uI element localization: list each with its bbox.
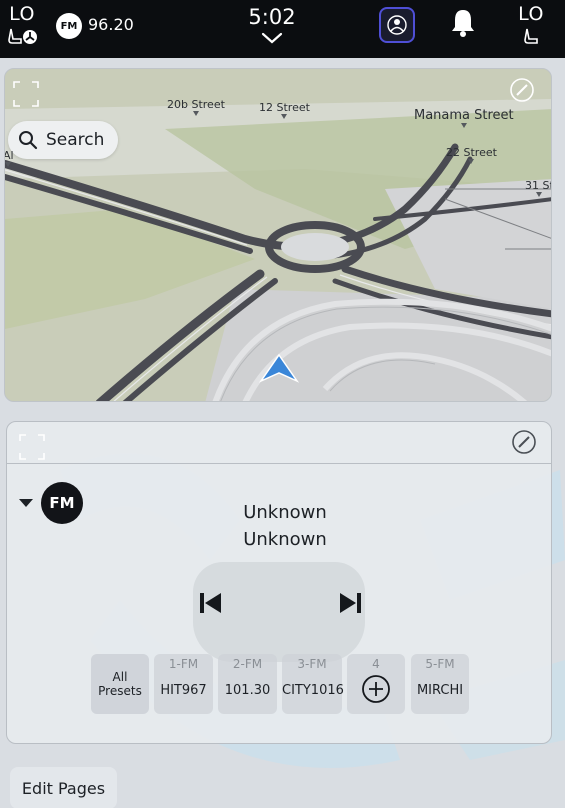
expand-icon[interactable] xyxy=(11,79,41,109)
street-label: 31 St xyxy=(525,179,552,192)
driver-profile-button[interactable] xyxy=(379,7,415,43)
climate-right[interactable]: LO xyxy=(511,4,551,47)
preset-1[interactable]: 1-FM HIT967 xyxy=(154,654,213,714)
preset-number: 1-FM xyxy=(168,657,199,671)
next-track-icon[interactable] xyxy=(338,590,362,616)
preset-number: 4 xyxy=(372,657,380,671)
preset-number: 5-FM xyxy=(425,657,455,671)
radio-card-header xyxy=(7,422,551,464)
notification-bell-icon[interactable] xyxy=(448,6,478,38)
track-artist: Unknown xyxy=(243,529,327,550)
all-presets-label: All Presets xyxy=(91,670,149,698)
street-label: Al xyxy=(4,149,14,162)
street-label: Manama Street xyxy=(414,108,514,123)
edit-pages-button[interactable]: Edit Pages xyxy=(10,767,117,808)
preset-5[interactable]: 5-FM MIRCHI xyxy=(411,654,469,714)
preset-name: CITY1016 xyxy=(282,683,344,698)
preset-3[interactable]: 3-FM CITY1016 xyxy=(282,654,344,714)
driver-icon xyxy=(387,15,407,35)
edit-pencil-icon[interactable] xyxy=(510,428,538,456)
preset-name: 101.30 xyxy=(224,683,271,698)
temp-right-label: LO xyxy=(518,3,544,25)
previous-track-icon[interactable] xyxy=(199,590,223,616)
preset-number: 2-FM xyxy=(232,657,263,671)
preset-name: HIT967 xyxy=(160,683,207,698)
edit-pencil-icon[interactable] xyxy=(508,76,536,104)
all-presets-button[interactable]: All Presets xyxy=(91,654,149,714)
seat-icon xyxy=(524,28,538,44)
seat-fan-icon xyxy=(8,28,37,44)
temp-left-label: LO xyxy=(9,3,35,25)
all-presets-line1: All xyxy=(112,670,128,684)
fm-source-badge[interactable]: FM xyxy=(56,13,82,39)
street-label: 20b Street xyxy=(167,98,225,111)
radio-card: FM Unknown Unknown All Presets 1-FM HIT96… xyxy=(6,421,552,744)
street-label: 22 Street xyxy=(446,146,497,159)
climate-left[interactable]: LO xyxy=(2,4,42,47)
preset-4-add[interactable]: 4 xyxy=(347,654,405,714)
map-card[interactable]: Search 20b Street 12 Street Manama Stree… xyxy=(4,68,552,402)
map-search-button[interactable]: Search xyxy=(8,121,118,159)
all-presets-line2: Presets xyxy=(98,684,142,698)
search-icon xyxy=(19,131,38,150)
track-title: Unknown xyxy=(243,502,327,523)
preset-name: MIRCHI xyxy=(416,683,464,698)
status-bar: LO FM 96.20 5:02 LO xyxy=(0,0,565,58)
clock: 5:02 xyxy=(248,5,296,29)
chevron-down-icon[interactable] xyxy=(261,32,283,44)
preset-number: 3-FM xyxy=(297,657,327,671)
current-frequency[interactable]: 96.20 xyxy=(88,15,134,34)
preset-2[interactable]: 2-FM 101.30 xyxy=(218,654,277,714)
plus-circle-icon xyxy=(362,675,390,703)
expand-icon[interactable] xyxy=(17,432,47,462)
search-label: Search xyxy=(46,130,105,150)
street-label: 12 Street xyxy=(259,101,310,114)
